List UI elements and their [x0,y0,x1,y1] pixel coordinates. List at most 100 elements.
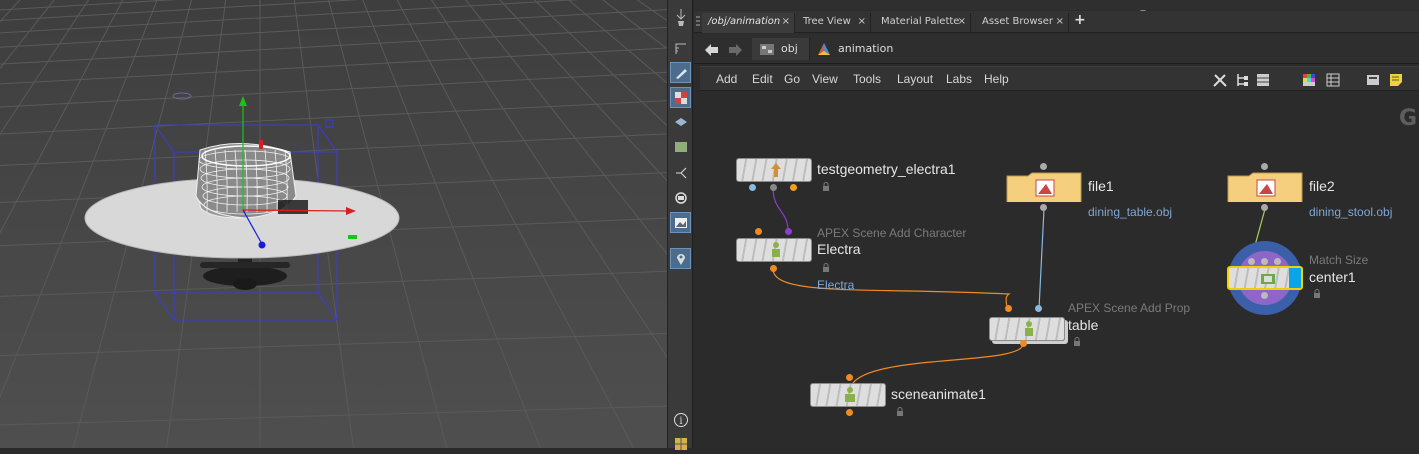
animate-icon [845,387,855,402]
tools-icon[interactable] [1212,72,1228,92]
input-port[interactable] [1274,258,1281,265]
path-animation[interactable]: animation [812,38,932,60]
menu-add[interactable]: Add [716,72,737,86]
network-box-icon[interactable] [1366,72,1380,91]
node-comment: dining_table.obj [1088,205,1173,219]
input-port[interactable] [1005,305,1012,312]
tab-material-palette[interactable]: Material Palette × [875,13,971,33]
sphere-icon[interactable] [670,187,691,208]
output-port[interactable] [1261,204,1268,211]
node-name: sceneanimate1 [891,386,986,402]
input-port[interactable] [1040,163,1047,170]
ruler-icon[interactable] [670,38,691,59]
lock-icon [897,407,903,416]
menu-edit[interactable]: Edit [752,72,773,86]
output-port[interactable] [1020,340,1027,347]
obj-network-icon [760,44,774,55]
output-port[interactable] [1261,292,1268,299]
node-name: file2 [1309,178,1335,194]
node-file1[interactable] [1006,172,1082,202]
output-port[interactable] [1040,204,1047,211]
node-center1[interactable] [1227,266,1303,290]
menu-view[interactable]: View [812,72,838,86]
tree-layout-icon[interactable] [1235,72,1249,92]
layers-icon[interactable] [670,112,691,133]
menu-help[interactable]: Help [984,72,1009,86]
path-obj[interactable]: obj [752,38,810,60]
input-port[interactable] [1261,163,1268,170]
close-icon[interactable]: × [858,13,866,31]
node-file2[interactable] [1227,172,1303,202]
input-port[interactable] [755,228,762,235]
prop-icon [1025,321,1033,336]
node-comment: dining_stool.obj [1309,205,1393,219]
scene-viewport[interactable] [0,0,667,448]
back-arrow-icon[interactable] [704,42,720,61]
input-port[interactable] [785,228,792,235]
draw-icon[interactable] [670,62,691,83]
menu-labs[interactable]: Labs [946,72,972,86]
texture-icon[interactable] [670,136,691,157]
sticky-note-icon[interactable] [1389,72,1403,91]
grid-icon[interactable] [1326,72,1340,91]
forward-arrow-icon[interactable] [727,42,743,61]
add-tab-button[interactable]: + [1074,12,1086,28]
image-icon[interactable] [670,212,691,233]
location-icon[interactable] [670,248,691,269]
node-name: center1 [1309,269,1356,285]
output-port[interactable] [790,184,797,191]
viewport-toolbar: i [667,0,693,450]
checker-icon[interactable] [670,87,691,108]
node-type: Match Size [1309,253,1369,267]
node-table[interactable] [989,317,1065,341]
output-port[interactable] [770,184,777,191]
node-type: APEX Scene Add Prop [1068,301,1191,315]
input-port[interactable] [1248,258,1255,265]
menu-go[interactable]: Go [784,72,800,86]
pane-tab-bar: /obj/animation × Tree View × Material Pale… [694,11,1419,33]
close-icon[interactable]: × [1056,13,1064,31]
node-comment: Electra [817,278,855,292]
node-sceneanimate[interactable] [810,383,886,407]
geometry-icon [818,43,830,55]
list-view-icon[interactable] [1256,72,1270,91]
tab-asset-browser[interactable]: Asset Browser × [976,13,1069,33]
path-bar: obj animation [694,34,1419,64]
menu-tools[interactable]: Tools [853,72,881,86]
close-icon[interactable]: × [958,13,966,31]
wire-file1-table [1038,208,1045,310]
lock-icon [823,182,829,191]
grid-view-icon[interactable] [670,433,691,454]
arrow-up-icon [771,163,781,177]
node-name: file1 [1088,178,1114,194]
path-obj-label: obj [781,42,798,55]
output-port[interactable] [846,409,853,416]
input-port[interactable] [1261,258,1268,265]
lock-icon [1314,289,1320,298]
viewport-canvas[interactable] [0,0,667,448]
node-electra[interactable] [736,238,812,262]
input-port[interactable] [846,374,853,381]
node-testgeometry[interactable] [736,158,812,182]
pin-icon[interactable] [670,14,691,35]
output-port[interactable] [770,265,777,272]
info-icon[interactable]: i [670,409,691,430]
color-palette-icon[interactable] [1302,72,1316,91]
wire-electra-table [772,268,1011,310]
network-menu-bar: Add Edit Go View Tools Layout Labs Help [700,66,1419,91]
tab-tree-view[interactable]: Tree View × [797,13,871,33]
node-graph[interactable]: G testgeometry_electra1 APEX Scene Add C… [694,92,1419,448]
light-icon[interactable] [670,162,691,183]
lock-icon [1074,337,1080,346]
svg-text:i: i [679,416,682,427]
menu-layout[interactable]: Layout [897,72,933,86]
tab-obj-animation[interactable]: /obj/animation × [702,13,795,33]
node-name: testgeometry_electra1 [817,161,956,177]
close-icon[interactable]: × [782,13,790,31]
input-port[interactable] [1035,305,1042,312]
node-type: APEX Scene Add Character [817,226,967,240]
lock-icon [823,263,829,272]
output-port[interactable] [749,184,756,191]
path-animation-label: animation [838,42,894,55]
tab-menu-icon[interactable] [694,13,702,31]
